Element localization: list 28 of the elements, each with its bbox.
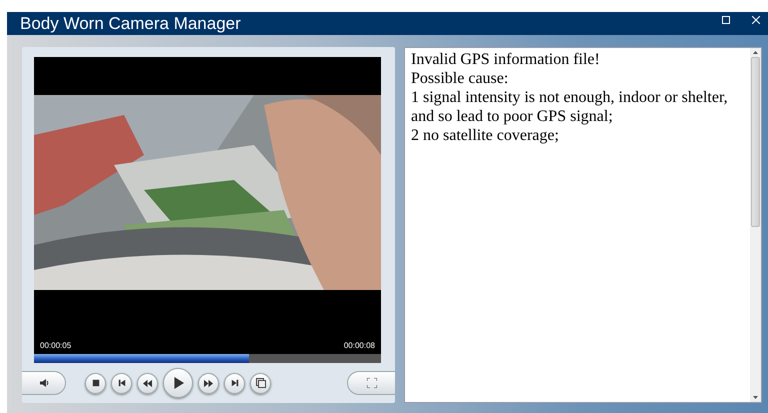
progress-bar[interactable]	[34, 354, 381, 363]
rewind-button[interactable]	[137, 372, 158, 394]
next-button[interactable]	[224, 372, 245, 394]
play-icon	[172, 377, 184, 389]
total-time: 00:00:08	[344, 341, 375, 350]
message-line: Invalid GPS information file!	[411, 50, 601, 69]
previous-button[interactable]	[111, 372, 132, 394]
message-line: 1 signal intensity is not enough, indoor or shelter, and so lead to poor GPS signal;	[411, 88, 729, 126]
rewind-icon	[143, 378, 152, 388]
window-title: Body Worn Camera Manager	[20, 14, 241, 34]
skip-back-icon	[118, 379, 126, 387]
message-line: Possible cause:	[411, 69, 510, 88]
fast-forward-icon	[204, 378, 213, 388]
scrollbar[interactable]	[750, 48, 761, 402]
stop-button[interactable]	[85, 372, 106, 394]
pages-icon	[256, 378, 266, 388]
play-button[interactable]	[163, 368, 193, 398]
fullscreen-icon	[366, 378, 376, 388]
stop-icon	[92, 379, 100, 387]
skip-forward-icon	[230, 379, 238, 387]
volume-button[interactable]	[22, 371, 66, 395]
elapsed-time: 00:00:05	[40, 341, 72, 350]
snapshot-button[interactable]	[250, 372, 271, 394]
fast-forward-button[interactable]	[198, 372, 219, 394]
close-button[interactable]	[750, 14, 762, 26]
maximize-button[interactable]	[720, 14, 732, 26]
message-line: 2 no satellite coverage;	[411, 126, 560, 145]
speaker-icon	[38, 378, 48, 388]
